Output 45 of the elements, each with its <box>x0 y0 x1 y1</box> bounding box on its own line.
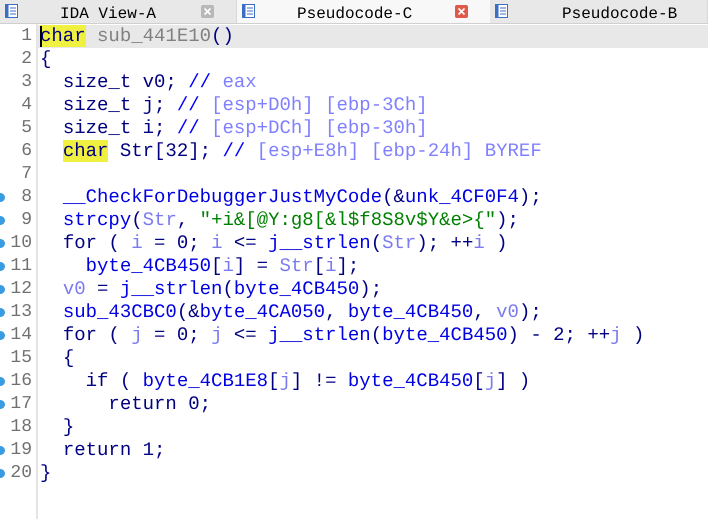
document-icon <box>494 3 510 19</box>
code-line: return 1; <box>62 439 166 461</box>
line-number: 13 <box>10 301 32 324</box>
code-line: if ( byte_4CB1E8[j] != byte_4CB450[j] ) <box>84 370 530 392</box>
code-line: strcpy(Str, "+i&[@Y:g8[&l$f8S8v$Y&e>{"); <box>62 209 519 231</box>
line-number: 2 <box>21 48 32 71</box>
code-line: size_t i; // [esp+DCh] [ebp-30h] <box>62 117 428 139</box>
line-number: 11 <box>10 255 32 278</box>
code-line: __CheckForDebuggerJustMyCode(&unk_4CF0F4); <box>62 186 542 208</box>
code-line: for ( i = 0; i <= j__strlen(Str); ++i ) <box>62 232 508 254</box>
line-number: 8 <box>21 186 32 209</box>
close-icon[interactable] <box>201 5 214 18</box>
line-number: 3 <box>21 71 32 94</box>
code-line: char Str[32]; // [esp+E8h] [ebp-24h] BYREF <box>62 140 542 162</box>
code-line: char sub_441E10() <box>40 25 234 47</box>
document-icon <box>4 3 20 19</box>
line-number: 5 <box>21 117 32 140</box>
code-line: return 0; <box>107 393 212 415</box>
code-line: v0 = j__strlen(byte_4CB450); <box>62 278 382 300</box>
code-line: size_t v0; // eax <box>62 71 257 93</box>
line-number: 4 <box>21 94 32 117</box>
line-number: 16 <box>10 370 32 393</box>
line-number: 18 <box>10 416 32 439</box>
line-number: 9 <box>21 209 32 232</box>
line-number: 20 <box>10 462 32 485</box>
code-line: size_t j; // [esp+D0h] [ebp-3Ch] <box>62 94 428 116</box>
line-number: 17 <box>10 393 32 416</box>
code-line: } <box>40 462 52 484</box>
line-number: 10 <box>10 232 32 255</box>
code-line: for ( j = 0; j <= j__strlen(byte_4CB450) - 2; ++j ) <box>62 324 644 346</box>
code-line: byte_4CB450[i] = Str[i]; <box>84 255 360 277</box>
line-number: 15 <box>10 347 32 370</box>
tab[interactable]: Pseudocode-C <box>237 0 490 23</box>
line-number: 12 <box>10 278 32 301</box>
code-line: { <box>40 48 52 70</box>
close-icon[interactable] <box>455 5 468 18</box>
document-icon <box>241 3 257 19</box>
line-number: 14 <box>10 324 32 347</box>
line-number: 1 <box>21 25 32 48</box>
line-number: 7 <box>21 163 32 186</box>
line-number: 6 <box>21 140 32 163</box>
line-number: 19 <box>10 439 32 462</box>
code-line: } <box>62 416 74 438</box>
code-line: sub_43CBC0(&byte_4CA050, byte_4CB450, v0); <box>62 301 542 323</box>
code-line: { <box>62 347 74 369</box>
